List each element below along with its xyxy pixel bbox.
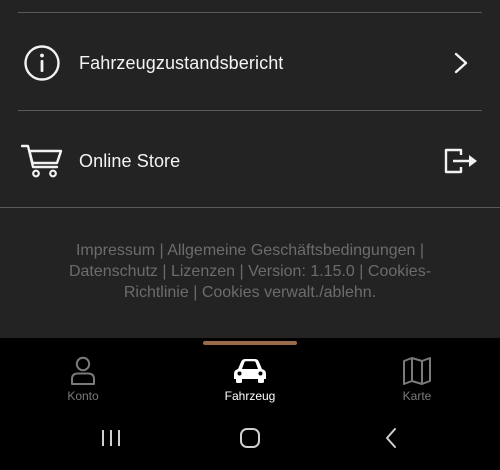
divider-bottom (0, 207, 500, 208)
nav-label: Konto (67, 389, 99, 403)
separator: | (239, 263, 244, 280)
menu-item-fahrzeugzustandsbericht[interactable]: Fahrzeugzustandsbericht (0, 15, 500, 111)
external-link-exit-icon[interactable] (444, 144, 478, 178)
home-button[interactable] (230, 425, 270, 455)
separator: | (159, 242, 164, 259)
car-icon (233, 355, 267, 387)
shopping-cart-icon (20, 139, 64, 183)
separator: | (162, 263, 167, 280)
home-icon (239, 427, 261, 454)
divider-middle (18, 110, 482, 111)
menu-item-label: Online Store (79, 150, 181, 171)
nav-label: Fahrzeug (224, 389, 276, 403)
chevron-right-icon[interactable] (444, 46, 478, 80)
back-icon (383, 427, 399, 454)
active-tab-indicator (203, 341, 297, 345)
back-button[interactable] (371, 425, 411, 455)
agb-link[interactable]: Allgemeine Geschäftsbedingungen (167, 242, 415, 259)
recent-apps-icon (100, 428, 122, 453)
datenschutz-link[interactable]: Datenschutz (69, 263, 158, 280)
person-icon (66, 355, 100, 387)
footer-legal-links: Impressum | Allgemeine Geschäftsbedingun… (40, 240, 460, 303)
map-icon (400, 355, 434, 387)
divider-top (18, 12, 482, 13)
version-text: Version: 1.15.0 (248, 263, 355, 280)
separator: | (359, 263, 364, 280)
nav-item-konto[interactable]: Konto (28, 355, 138, 407)
nav-label: Karte (402, 389, 432, 403)
separator: | (419, 242, 425, 259)
separator: | (193, 284, 198, 301)
lizenzen-link[interactable]: Lizenzen (171, 263, 235, 280)
menu-item-online-store[interactable]: Online Store (0, 113, 500, 209)
recent-apps-button[interactable] (91, 425, 131, 455)
info-circle-icon (20, 41, 64, 85)
impressum-link[interactable]: Impressum (76, 242, 155, 259)
menu-item-label: Fahrzeugzustandsbericht (79, 52, 284, 73)
cookies-manage-link[interactable]: Cookies verwalt./ablehn. (202, 284, 376, 301)
nav-item-fahrzeug[interactable]: Fahrzeug (195, 355, 305, 407)
nav-item-karte[interactable]: Karte (362, 355, 472, 407)
